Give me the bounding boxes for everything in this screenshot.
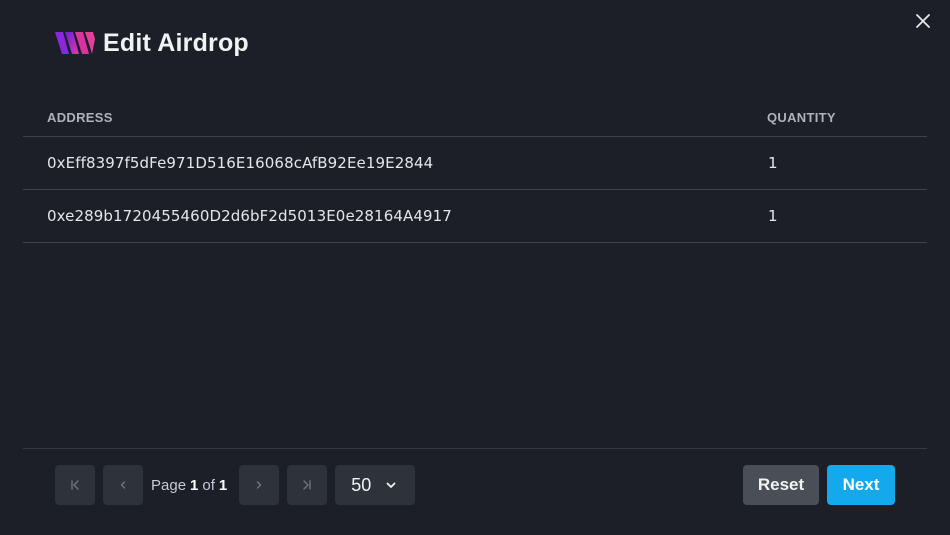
- reset-button[interactable]: Reset: [743, 465, 819, 505]
- next-button[interactable]: Next: [827, 465, 895, 505]
- table-header: ADDRESS QUANTITY: [23, 99, 927, 137]
- quantity-cell: 1: [768, 154, 778, 172]
- column-header-quantity: QUANTITY: [767, 110, 836, 125]
- pagination: Page 1 of 1 50: [55, 465, 416, 505]
- last-page-button[interactable]: [287, 465, 328, 505]
- dialog-header: Edit Airdrop: [54, 26, 249, 60]
- close-icon: [916, 14, 930, 28]
- dialog-title: Edit Airdrop: [103, 28, 249, 57]
- prev-page-icon: [120, 481, 126, 489]
- page-size-select[interactable]: 50: [335, 465, 416, 505]
- close-button[interactable]: [912, 10, 934, 32]
- page-prefix: Page: [151, 476, 187, 494]
- address-cell: 0xe289b1720455460D2d6bF2d5013E0e28164A49…: [47, 207, 452, 225]
- prev-page-button[interactable]: [103, 465, 143, 505]
- last-page-icon: [303, 480, 311, 490]
- airdrop-table: ADDRESS QUANTITY 0xEff8397f5dFe971D516E1…: [23, 99, 927, 243]
- first-page-button[interactable]: [55, 465, 95, 505]
- brand-logo-icon: [55, 32, 95, 54]
- column-header-address: ADDRESS: [47, 110, 113, 125]
- table-row: 0xe289b1720455460D2d6bF2d5013E0e28164A49…: [23, 190, 927, 243]
- next-page-icon: [257, 481, 262, 489]
- next-page-button[interactable]: [239, 465, 280, 505]
- page-of-label: of: [202, 476, 215, 494]
- quantity-cell: 1: [768, 207, 778, 225]
- total-pages: 1: [218, 476, 228, 494]
- footer-divider: [23, 448, 927, 449]
- chevron-down-icon: [386, 482, 396, 488]
- current-page: 1: [190, 476, 199, 494]
- table-row: 0xEff8397f5dFe971D516E16068cAfB92Ee19E28…: [23, 137, 927, 190]
- address-cell: 0xEff8397f5dFe971D516E16068cAfB92Ee19E28…: [47, 154, 434, 172]
- page-size-value: 50: [351, 474, 372, 495]
- first-page-icon: [71, 480, 79, 490]
- page-indicator: Page 1 of 1: [151, 477, 231, 494]
